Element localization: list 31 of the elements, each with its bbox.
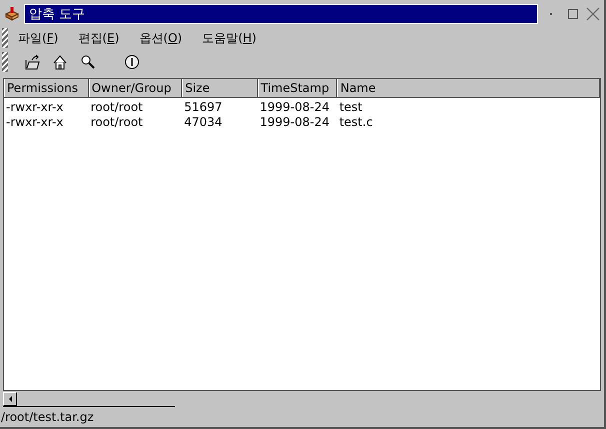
- column-header[interactable]: Size: [182, 78, 258, 97]
- search-icon[interactable]: [80, 54, 96, 70]
- column-header[interactable]: Permissions: [4, 78, 89, 97]
- home-icon[interactable]: [52, 54, 68, 70]
- package-icon: [4, 6, 20, 22]
- column-header[interactable]: Name: [337, 78, 600, 97]
- menu-grip[interactable]: [2, 28, 8, 48]
- scroll-left-button[interactable]: [3, 392, 17, 406]
- table-cell-text: test.c: [338, 114, 374, 130]
- column-header[interactable]: TimeStamp: [258, 78, 338, 97]
- toolbar-grip[interactable]: [2, 52, 8, 72]
- table-cell-text: -rwxr-xr-x: [5, 100, 64, 115]
- status-text: /root/test.tar.gz: [1, 409, 94, 426]
- menu-item[interactable]: 편집(E): [78, 28, 120, 47]
- column-header[interactable]: Owner/Group: [88, 78, 182, 97]
- table-cell-text: -rwxr-xr-x: [5, 114, 64, 130]
- menu-item[interactable]: 파일(F): [18, 28, 58, 47]
- table-cell-text: root/root: [90, 114, 144, 130]
- menu-item[interactable]: 도움말(H): [202, 28, 256, 47]
- menu-item[interactable]: 옵션(O): [139, 28, 182, 47]
- close-icon[interactable]: [586, 7, 600, 22]
- horizontal-scrollbar[interactable]: [3, 392, 175, 408]
- table-cell-text: test: [338, 100, 364, 115]
- table-cell-text: root/root: [90, 100, 144, 115]
- table-cell-text: 1999-08-24: [258, 114, 330, 130]
- table-cell-text: 51697: [183, 100, 224, 115]
- window-title: 압축 도구: [29, 6, 86, 24]
- table-cell-text: 47034: [183, 114, 224, 130]
- info-icon[interactable]: [124, 54, 140, 70]
- table-cell-text: 1999-08-24: [258, 100, 330, 115]
- open-folder-icon[interactable]: [24, 54, 40, 70]
